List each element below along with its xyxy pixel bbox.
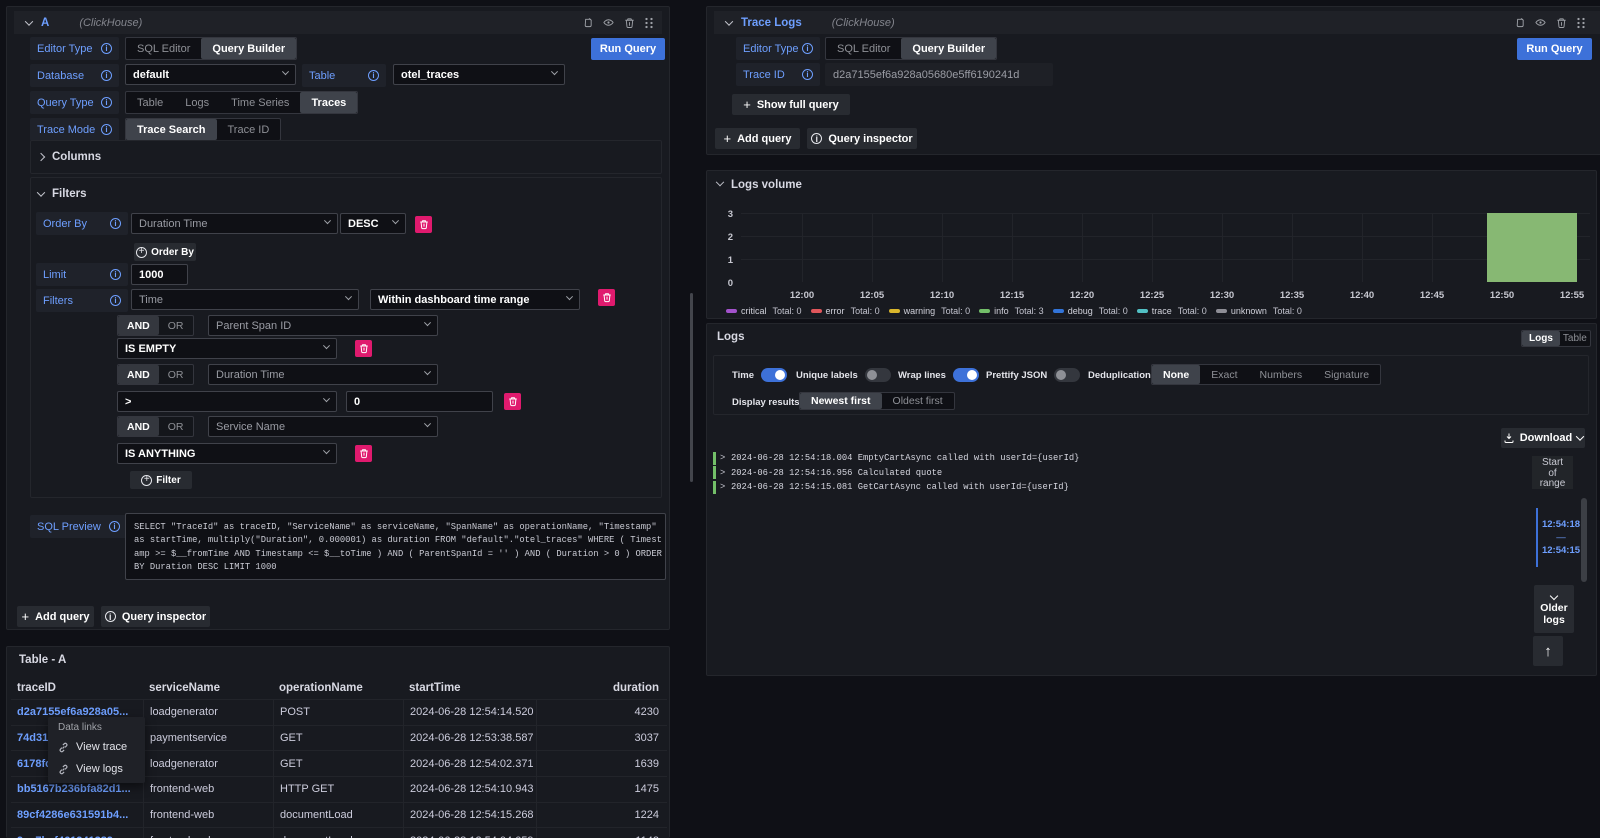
svg-text:12:05: 12:05 bbox=[860, 290, 885, 301]
svg-text:12:45: 12:45 bbox=[1420, 290, 1445, 301]
svg-text:12:00: 12:00 bbox=[790, 290, 814, 301]
svg-text:12:35: 12:35 bbox=[1280, 290, 1305, 301]
svg-text:2: 2 bbox=[728, 232, 733, 243]
svg-text:0: 0 bbox=[728, 278, 733, 289]
svg-text:12:40: 12:40 bbox=[1350, 290, 1374, 301]
svg-text:12:25: 12:25 bbox=[1140, 290, 1165, 301]
svg-text:12:10: 12:10 bbox=[930, 290, 954, 301]
svg-text:12:50: 12:50 bbox=[1490, 290, 1514, 301]
svg-text:12:15: 12:15 bbox=[1000, 290, 1025, 301]
svg-text:12:55: 12:55 bbox=[1560, 290, 1585, 301]
svg-text:12:20: 12:20 bbox=[1070, 290, 1094, 301]
svg-text:12:30: 12:30 bbox=[1210, 290, 1234, 301]
svg-text:3: 3 bbox=[728, 209, 733, 220]
svg-text:1: 1 bbox=[728, 255, 734, 266]
